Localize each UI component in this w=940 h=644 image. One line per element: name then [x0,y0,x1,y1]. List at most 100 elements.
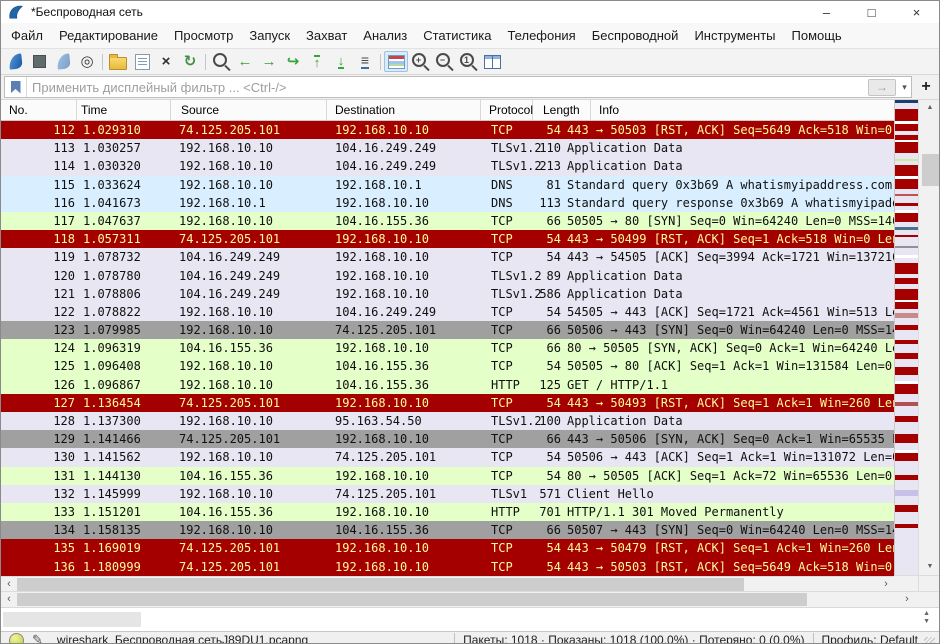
packet-row-117[interactable]: 1171.047637192.168.10.10104.16.155.36TCP… [1,212,894,230]
menu-item-Файл[interactable]: Файл [3,25,51,46]
colorize-icon[interactable] [384,51,408,72]
packet-list-vscrollbar[interactable]: ▲ ▼ [918,100,939,575]
go-to-packet-icon[interactable]: ↪ [281,51,305,72]
packet-row-120[interactable]: 1201.078780104.16.249.249192.168.10.10TL… [1,267,894,285]
packet-row-131[interactable]: 1311.144130104.16.155.36192.168.10.10TCP… [1,467,894,485]
packet-row-122[interactable]: 1221.078822192.168.10.10104.16.249.249TC… [1,303,894,321]
packet-row-129[interactable]: 1291.14146674.125.205.101192.168.10.10TC… [1,430,894,448]
auto-scroll-icon[interactable]: ≡ [353,51,377,72]
close-button[interactable]: × [894,1,939,23]
column-header-Source[interactable]: Source [171,100,327,120]
column-header-Info[interactable]: Info [591,100,894,120]
filter-input[interactable] [27,80,868,95]
packet-row-116[interactable]: 1161.041673192.168.10.1192.168.10.10DNS1… [1,194,894,212]
packet-cell: 1.151201 [77,503,171,521]
hscroll2-thumb[interactable] [17,593,807,606]
packet-cell: 443 → 50503 [RST, ACK] Seq=5649 Ack=518 … [561,121,894,139]
packet-cell: 1.144130 [77,467,171,485]
capture-options-icon[interactable]: ◎ [75,51,99,72]
go-forward-icon[interactable]: → [257,51,281,72]
menu-item-Анализ[interactable]: Анализ [355,25,415,46]
menu-item-Просмотр[interactable]: Просмотр [166,25,241,46]
reload-file-icon[interactable]: ↻ [178,51,202,72]
menu-item-Помощь[interactable]: Помощь [784,25,850,46]
filter-add-button[interactable]: + [916,77,936,97]
spinner-up-icon[interactable]: ▲ [923,610,930,618]
packet-cell: 66 [537,321,561,339]
filter-dropdown-icon[interactable]: ▾ [898,82,911,93]
menu-item-Беспроводной[interactable]: Беспроводной [584,25,687,46]
packet-row-134[interactable]: 1341.158135192.168.10.10104.16.155.36TCP… [1,521,894,539]
expert-info-icon[interactable] [9,633,24,644]
packet-row-130[interactable]: 1301.141562192.168.10.1074.125.205.101TC… [1,448,894,466]
packet-cell: TCP [481,467,537,485]
packet-row-126[interactable]: 1261.096867192.168.10.10104.16.155.36HTT… [1,376,894,394]
scroll-right-icon[interactable]: › [899,592,915,607]
go-bottom-icon[interactable]: ↓ [329,51,353,72]
packet-row-136[interactable]: 1361.18099974.125.205.101192.168.10.10TC… [1,558,894,576]
packet-cell: 74.125.205.101 [327,448,481,466]
packet-row-121[interactable]: 1211.078806104.16.249.249192.168.10.10TL… [1,285,894,303]
hscroll-thumb[interactable] [17,578,744,591]
menu-item-Запуск[interactable]: Запуск [241,25,298,46]
menu-item-Телефония[interactable]: Телефония [499,25,583,46]
find-packet-icon[interactable] [209,51,233,72]
menu-item-Редактирование[interactable]: Редактирование [51,25,166,46]
go-top-icon[interactable]: ↑ [305,51,329,72]
filter-apply-button[interactable]: → [868,79,896,96]
menu-item-Статистика[interactable]: Статистика [415,25,499,46]
profile-label[interactable]: Профиль: Default [822,633,919,644]
column-header-Length[interactable]: Length [533,100,591,120]
menu-item-Инструменты[interactable]: Инструменты [686,25,783,46]
capture-comment-icon[interactable]: ✎ [32,632,43,644]
packet-row-124[interactable]: 1241.096319104.16.155.36192.168.10.10TCP… [1,339,894,357]
packet-cell: 192.168.10.10 [171,212,327,230]
spinner-down-icon[interactable]: ▼ [923,618,930,626]
restart-capture-icon[interactable] [51,51,75,72]
packet-list-hscrollbar[interactable]: ‹ › [1,576,894,591]
filter-bookmark-icon[interactable] [5,77,27,97]
column-header-Protocol[interactable]: Protocol [481,100,533,120]
scroll-down-icon[interactable]: ▼ [919,559,939,575]
scroll-up-icon[interactable]: ▲ [919,100,939,116]
vscroll-thumb[interactable] [922,154,939,186]
start-capture-icon[interactable] [3,51,27,72]
maximize-button[interactable]: □ [849,1,894,23]
secondary-hscrollbar[interactable]: ‹ › [1,591,939,607]
packet-row-135[interactable]: 1351.16901974.125.205.101192.168.10.10TC… [1,539,894,557]
go-back-icon[interactable]: ← [233,51,257,72]
packet-row-127[interactable]: 1271.13645474.125.205.101192.168.10.10TC… [1,394,894,412]
packet-row-119[interactable]: 1191.078732104.16.249.249192.168.10.10TC… [1,248,894,266]
packet-row-115[interactable]: 1151.033624192.168.10.10192.168.10.1DNS8… [1,176,894,194]
packet-row-113[interactable]: 1131.030257192.168.10.10104.16.249.249TL… [1,139,894,157]
menu-item-Захват[interactable]: Захват [298,25,355,46]
column-header-Destination[interactable]: Destination [327,100,481,120]
packet-cell: 571 [537,485,561,503]
open-file-icon[interactable] [106,51,130,72]
packet-row-118[interactable]: 1181.05731174.125.205.101192.168.10.10TC… [1,230,894,248]
packet-row-133[interactable]: 1331.151201104.16.155.36192.168.10.10HTT… [1,503,894,521]
close-file-icon[interactable]: × [154,51,178,72]
packet-row-128[interactable]: 1281.137300192.168.10.1095.163.54.50TLSv… [1,412,894,430]
save-file-icon[interactable] [130,51,154,72]
column-header-Time[interactable]: Time [77,100,171,120]
packet-row-125[interactable]: 1251.096408192.168.10.10104.16.155.36TCP… [1,357,894,375]
scroll-left-icon[interactable]: ‹ [1,577,17,591]
zoom-normal-icon[interactable] [456,51,480,72]
zoom-in-icon[interactable] [408,51,432,72]
filter-field[interactable]: → ▾ [4,76,912,98]
scroll-right-icon[interactable]: › [878,577,894,591]
zoom-out-icon[interactable] [432,51,456,72]
packet-row-114[interactable]: 1141.030320192.168.10.10104.16.249.249TL… [1,157,894,175]
minimize-button[interactable]: – [804,1,849,23]
packet-minimap[interactable] [894,100,918,575]
pane-spinner[interactable]: ▲ ▼ [923,610,930,626]
packet-row-123[interactable]: 1231.079985192.168.10.1074.125.205.101TC… [1,321,894,339]
scroll-left-icon[interactable]: ‹ [1,592,17,607]
packet-row-112[interactable]: 1121.02931074.125.205.101192.168.10.10TC… [1,121,894,139]
packet-row-132[interactable]: 1321.145999192.168.10.1074.125.205.101TL… [1,485,894,503]
resize-grip[interactable] [924,637,935,644]
resize-columns-icon[interactable] [480,51,504,72]
column-header-No[interactable]: No. [1,100,77,120]
stop-capture-icon[interactable] [27,51,51,72]
